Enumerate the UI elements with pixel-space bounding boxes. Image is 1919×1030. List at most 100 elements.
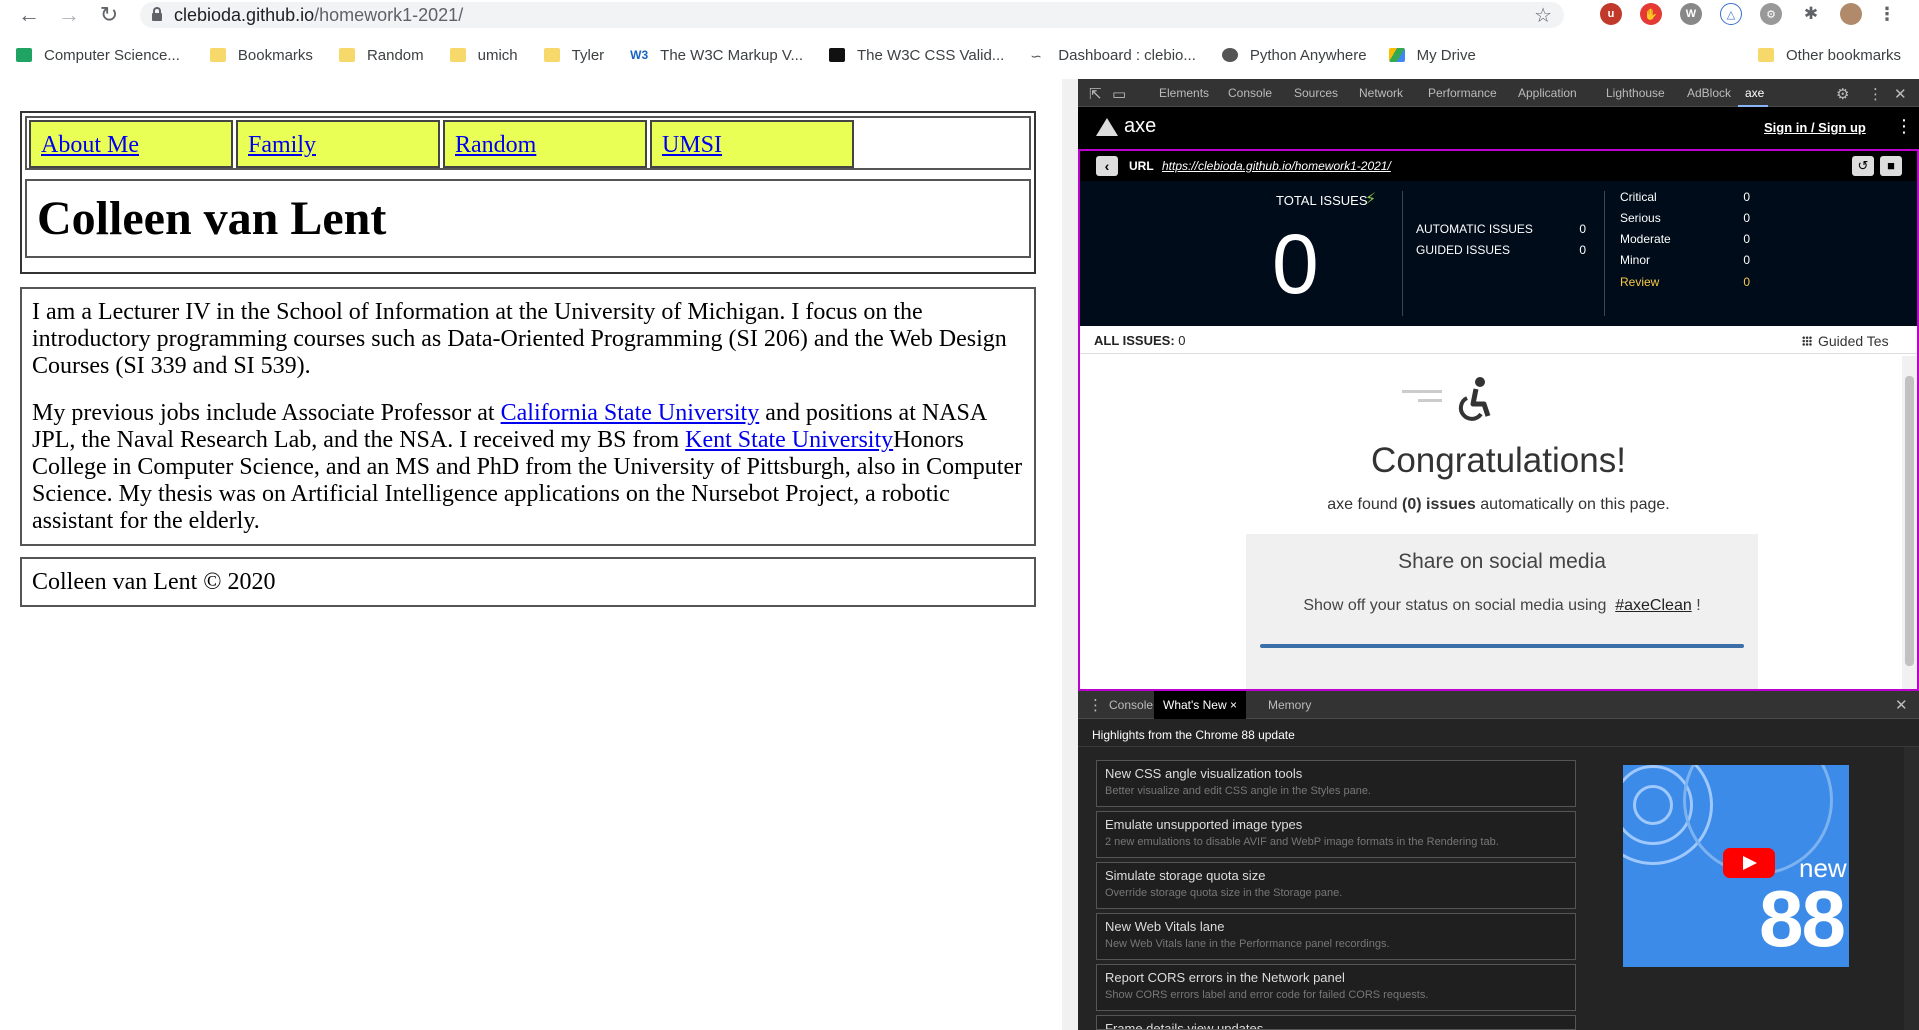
ublock-extension-icon[interactable]: u [1600, 3, 1622, 25]
share-card: Share on social media Show off your stat… [1246, 534, 1758, 689]
nav-link-about[interactable]: About Me [41, 132, 139, 158]
folder-icon [338, 48, 355, 62]
address-bar[interactable]: clebioda.github.io/homework1-2021/ ☆ [140, 2, 1564, 28]
extensions-puzzle-icon[interactable]: ✱ [1800, 3, 1822, 25]
bookmark-item[interactable]: The W3C CSS Valid... [829, 47, 1004, 64]
tab-lighthouse[interactable]: Lighthouse [1606, 86, 1665, 100]
whats-new-item[interactable]: Report CORS errors in the Network panel S… [1096, 964, 1576, 1011]
all-issues-count: ALL ISSUES: 0 [1094, 333, 1186, 348]
severity-review[interactable]: Review 0 [1620, 275, 1750, 289]
decorative-ring [1633, 785, 1673, 825]
whats-new-item[interactable]: Frame details view updates [1096, 1015, 1576, 1030]
bookmark-star-icon[interactable]: ☆ [1534, 3, 1552, 28]
speed-lines [1402, 390, 1450, 408]
folder-icon [543, 48, 560, 62]
rescan-icon[interactable]: ↺ [1852, 156, 1874, 176]
title-box: Colleen van Lent [25, 179, 1031, 258]
url-path: /homework1-2021/ [314, 4, 464, 25]
other-bookmarks-folder[interactable]: Other bookmarks [1758, 47, 1901, 64]
drawer-tab-console[interactable]: Console [1109, 698, 1153, 712]
tab-axe[interactable]: axe [1745, 86, 1764, 100]
nav-link-family[interactable]: Family [248, 132, 316, 158]
severity-minor[interactable]: Minor 0 [1620, 253, 1750, 267]
sign-in-link[interactable]: Sign in / Sign up [1764, 120, 1866, 135]
forward-arrow-icon[interactable]: → [52, 3, 86, 27]
w3c-icon: W3 [630, 48, 649, 62]
bookmark-item[interactable]: ∽ Dashboard : clebio... [1030, 47, 1196, 65]
scrollbar-thumb[interactable] [1905, 376, 1914, 666]
nav-link-random[interactable]: Random [455, 132, 536, 158]
tab-network[interactable]: Network [1359, 86, 1403, 100]
chrome-menu-icon[interactable]: ⋮ [1876, 3, 1898, 25]
inspect-element-icon[interactable]: ⇱ [1089, 85, 1102, 103]
lightning-icon: ⚡ [1365, 191, 1377, 208]
link-california-state[interactable]: California State University [501, 400, 760, 426]
axe-scrollbar[interactable] [1902, 356, 1917, 689]
total-issues-count: 0 [1272, 217, 1319, 311]
device-toolbar-icon[interactable]: ▭ [1112, 85, 1126, 103]
drawer-menu-icon[interactable]: ⋮ [1088, 696, 1103, 714]
more-options-icon[interactable]: ⋮ [1868, 85, 1883, 103]
settings-gear-icon[interactable]: ⚙ [1836, 85, 1849, 103]
tab-sources[interactable]: Sources [1294, 86, 1338, 100]
back-arrow-icon[interactable]: ← [12, 3, 46, 27]
profile-avatar[interactable] [1840, 3, 1862, 25]
site-nav: About Me Family Random UMSI [25, 116, 1031, 170]
divider [1604, 191, 1605, 316]
bookmark-folder[interactable]: Bookmarks [209, 47, 313, 64]
severity-moderate[interactable]: Moderate 0 [1620, 232, 1750, 246]
tab-console[interactable]: Console [1228, 86, 1272, 100]
severity-critical[interactable]: Critical 0 [1620, 190, 1750, 204]
bookmark-item[interactable]: Python Anywhere [1221, 47, 1367, 64]
nav-link-umsi[interactable]: UMSI [662, 132, 722, 158]
bookmark-item[interactable]: My Drive [1388, 47, 1476, 64]
settings-extension-icon[interactable]: ⚙ [1760, 3, 1782, 25]
share-button-bar[interactable] [1260, 644, 1744, 648]
scanned-url[interactable]: https://clebioda.github.io/homework1-202… [1162, 159, 1391, 173]
whats-new-item[interactable]: Simulate storage quota size Override stor… [1096, 862, 1576, 909]
browser-toolbar: ← → ↻ clebioda.github.io/homework1-2021/… [0, 0, 1919, 79]
back-icon[interactable]: ‹ [1096, 156, 1118, 176]
chrome-88-video-thumbnail[interactable]: new 88 [1623, 765, 1849, 967]
close-drawer-icon[interactable]: ✕ [1895, 696, 1908, 714]
drawer-tab-whats-new[interactable]: What's New × [1154, 691, 1246, 719]
bookmark-item[interactable]: Computer Science... [16, 47, 180, 64]
bookmark-folder[interactable]: Random [338, 47, 424, 64]
whats-new-item[interactable]: New Web Vitals lane New Web Vitals lane i… [1096, 913, 1576, 960]
axe-url-bar: ‹ URL https://clebioda.github.io/homewor… [1080, 151, 1917, 181]
nav-item-about: About Me [29, 120, 233, 168]
nav-item-family: Family [236, 120, 440, 168]
drawer-tabbar: ⋮ Console What's New × Memory ✕ [1078, 691, 1919, 719]
lock-icon [152, 7, 162, 21]
close-tab-icon[interactable]: × [1230, 698, 1237, 712]
tab-application[interactable]: Application [1518, 86, 1577, 100]
guided-tests-button[interactable]: Guided Tes [1802, 333, 1889, 349]
drawer-scrollbar[interactable] [1904, 747, 1919, 1030]
url-host: clebioda.github.io [174, 4, 315, 25]
close-devtools-icon[interactable]: ✕ [1894, 85, 1907, 103]
link-kent-state[interactable]: Kent State University [685, 427, 893, 453]
sheets-icon [16, 48, 32, 62]
reload-icon[interactable]: ↻ [92, 3, 126, 27]
adblock-extension-icon[interactable]: ✋ [1640, 3, 1662, 25]
page-scrollbar[interactable] [1062, 79, 1078, 1030]
bookmark-folder[interactable]: Tyler [543, 47, 604, 64]
severity-serious[interactable]: Serious 0 [1620, 211, 1750, 225]
nav-item-random: Random [443, 120, 647, 168]
tab-adblock[interactable]: AdBlock [1687, 86, 1731, 100]
main-content: I am a Lecturer IV in the School of Info… [20, 287, 1036, 546]
axe-menu-icon[interactable]: ⋮ [1895, 116, 1913, 137]
bio-paragraph-1: I am a Lecturer IV in the School of Info… [32, 299, 1007, 379]
tab-elements[interactable]: Elements [1159, 86, 1209, 100]
bookmark-folder[interactable]: umich [449, 47, 518, 64]
whats-new-item[interactable]: New CSS angle visualization tools Better … [1096, 760, 1576, 807]
axe-extension-icon[interactable]: △ [1720, 3, 1742, 25]
bookmark-item[interactable]: W3 The W3C Markup V... [630, 47, 803, 64]
axeclean-hashtag-link[interactable]: #axeClean [1615, 597, 1692, 614]
save-icon[interactable]: ■ [1880, 156, 1902, 176]
wappalyzer-extension-icon[interactable]: W [1680, 3, 1702, 25]
whats-new-item[interactable]: Emulate unsupported image types 2 new emu… [1096, 811, 1576, 858]
tab-performance[interactable]: Performance [1428, 86, 1497, 100]
drawer-tab-memory[interactable]: Memory [1268, 698, 1311, 712]
web-page: About Me Family Random UMSI Colleen van … [0, 79, 1062, 1030]
